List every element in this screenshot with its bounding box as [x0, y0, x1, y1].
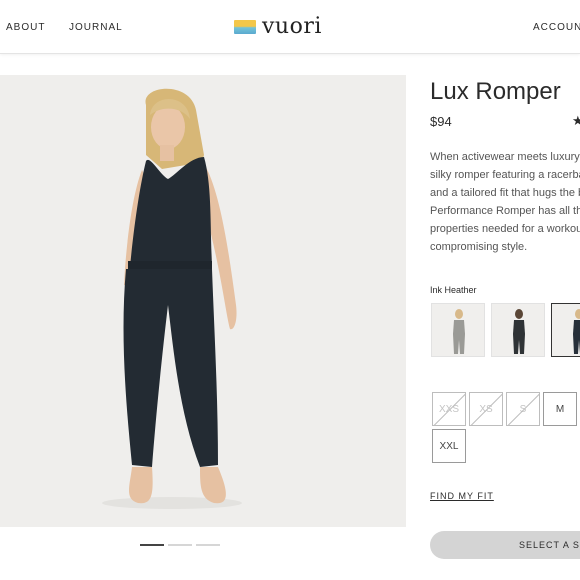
product-price: $94 — [430, 114, 452, 129]
gallery-pagination — [140, 544, 220, 546]
swatch-thumbnail — [573, 309, 580, 354]
description-line: When activewear meets luxury, y — [430, 151, 580, 163]
size-option-xs[interactable]: XS — [469, 392, 503, 426]
product-main-image[interactable] — [0, 75, 406, 527]
description-line: and a tailored fit that hugs the bo — [430, 187, 580, 199]
color-label: Ink Heather — [430, 285, 477, 295]
description-line: silky romper featuring a racerbac — [430, 169, 580, 181]
size-option-xxs[interactable]: XXS — [432, 392, 466, 426]
swatch-thumbnail — [453, 309, 465, 354]
gallery-dot[interactable] — [196, 544, 220, 546]
color-swatch-gray[interactable] — [431, 303, 485, 357]
site-header: ABOUT JOURNAL vuori ACCOUNT — [0, 0, 580, 54]
rating-star-icon[interactable]: ★ — [572, 113, 580, 129]
find-my-fit-link[interactable]: FIND MY FIT — [430, 491, 494, 501]
gallery-dot[interactable] — [140, 544, 164, 546]
swatch-thumbnail — [513, 309, 525, 354]
size-option-m[interactable]: M — [543, 392, 577, 426]
product-title: Lux Romper — [430, 78, 561, 105]
nav-account-link[interactable]: ACCOUNT — [533, 22, 580, 33]
description-line: properties needed for a workout — [430, 223, 580, 235]
color-swatch-ink-heather[interactable] — [551, 303, 580, 357]
description-line: Performance Romper has all the — [430, 205, 580, 217]
color-swatch-charcoal[interactable] — [491, 303, 545, 357]
logo-mark-icon — [234, 20, 256, 34]
gallery-dot[interactable] — [168, 544, 192, 546]
select-size-button[interactable]: SELECT A SIZ — [430, 531, 580, 559]
brand-logo[interactable]: vuori — [234, 14, 322, 40]
brand-name: vuori — [262, 14, 322, 39]
description-line: compromising style. — [430, 241, 528, 253]
size-option-s[interactable]: S — [506, 392, 540, 426]
size-option-xxl[interactable]: XXL — [432, 429, 466, 463]
nav-journal-link[interactable]: JOURNAL — [69, 22, 123, 33]
nav-about-link[interactable]: ABOUT — [6, 22, 45, 33]
model-photo — [0, 75, 406, 527]
